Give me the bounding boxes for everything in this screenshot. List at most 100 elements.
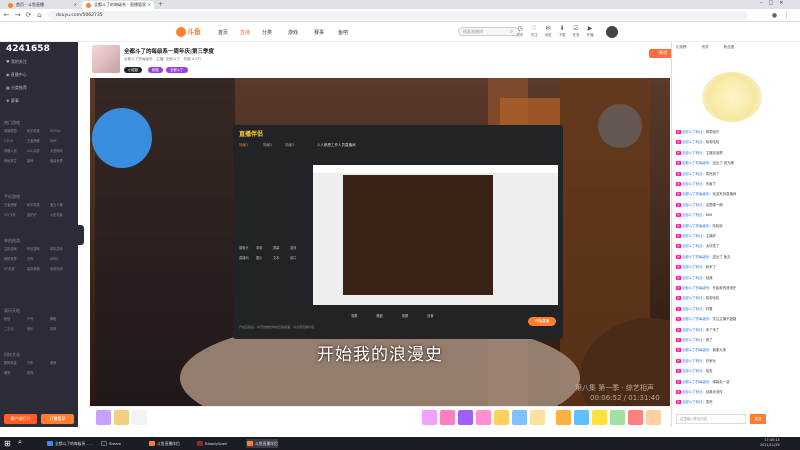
system-clock[interactable]: 17:40:13 2021/11/29 bbox=[760, 438, 780, 448]
chat-username[interactable]: 全部斗了粉丝 bbox=[682, 359, 702, 363]
search-icon[interactable]: ⌕ bbox=[18, 438, 22, 447]
close-icon[interactable]: ✕ bbox=[74, 1, 77, 9]
overlay-tab[interactable]: 场景3 bbox=[285, 143, 294, 148]
chat-username[interactable]: 全部斗了粉丝 bbox=[682, 130, 702, 134]
screen-tool[interactable]: 屏幕 bbox=[273, 243, 290, 253]
chat-username[interactable]: 全都斗了的每级系 bbox=[682, 286, 709, 290]
gift-icon[interactable] bbox=[494, 410, 509, 425]
text-tool[interactable]: 文本 bbox=[273, 253, 290, 263]
reload-icon[interactable]: ⟳ bbox=[24, 11, 33, 20]
gift-icon[interactable] bbox=[440, 410, 455, 425]
chat-username[interactable]: 全部斗了粉丝 bbox=[682, 276, 702, 280]
chat-username[interactable]: 全都斗了的每级系 bbox=[682, 255, 709, 259]
video-player[interactable]: 直播伴侣 场景1 场景2 场景3 人人都是工作人员直播间 摄像头 录制 屏幕 游戏直播… bbox=[90, 78, 670, 406]
chat-username[interactable]: 全部斗了粉丝 bbox=[682, 140, 702, 144]
chat-input[interactable]: 这里输入聊天内容 bbox=[676, 414, 746, 424]
chat-username[interactable]: 全部斗了粉丝 bbox=[682, 213, 702, 217]
home-icon[interactable]: ⌂ bbox=[35, 11, 44, 20]
browser-tab-active[interactable]: 全都斗了的每级系 - 直播管家 ✕ bbox=[82, 1, 154, 9]
gift-icon[interactable] bbox=[610, 410, 625, 425]
chat-username[interactable]: 全部斗了粉丝 bbox=[682, 182, 702, 186]
gift-icon[interactable] bbox=[422, 410, 437, 425]
nav-category[interactable]: 分类 bbox=[262, 29, 272, 36]
chat-username[interactable]: 全部斗了粉丝 bbox=[682, 234, 702, 238]
url-field[interactable]: douyu.com/5062735 bbox=[48, 11, 748, 20]
chat-username[interactable]: 全部斗了粉丝 bbox=[682, 296, 702, 300]
gift-icon[interactable] bbox=[646, 410, 661, 425]
browser-tab[interactable]: 首页 - 斗鱼直播 ✕ bbox=[4, 1, 80, 9]
gift-icon[interactable] bbox=[592, 410, 607, 425]
menu-icon[interactable]: ⋮ bbox=[782, 11, 791, 20]
chat-username[interactable]: 全都斗了的每级系 bbox=[682, 380, 709, 384]
new-tab-icon[interactable]: + bbox=[158, 1, 163, 8]
chat-username[interactable]: 全都斗了的每级系 bbox=[682, 224, 709, 228]
live-manager-button[interactable]: 开播管家 bbox=[41, 414, 74, 424]
site-logo[interactable]: 斗鱼 bbox=[187, 27, 201, 37]
overlay-app-window[interactable]: 直播伴侣 场景1 场景2 场景3 人人都是工作人员直播间 摄像头 录制 屏幕 游戏直播… bbox=[233, 125, 563, 339]
header-download[interactable]: ⬇ 下载 bbox=[555, 25, 569, 38]
chat-username[interactable]: 全部斗了粉丝 bbox=[682, 151, 702, 155]
chat-username[interactable]: 全部斗了粉丝 bbox=[682, 328, 702, 332]
chat-username[interactable]: 全都斗了的每级系 bbox=[682, 192, 709, 196]
gift-icon[interactable] bbox=[132, 410, 147, 425]
start-live-button[interactable]: 开始直播 bbox=[528, 317, 556, 326]
taskbar-item-active[interactable]: 斗鱼直播伴侣 bbox=[246, 439, 278, 448]
taskbar-item[interactable]: BloodySpell bbox=[196, 439, 227, 448]
gift-icon[interactable] bbox=[628, 410, 643, 425]
chat-username[interactable]: 全部斗了粉丝 bbox=[682, 390, 702, 394]
nav-home[interactable]: 首页 bbox=[218, 29, 228, 36]
camera-tool[interactable]: 摄像头 bbox=[239, 243, 256, 253]
taskbar-item[interactable]: Steam bbox=[100, 439, 121, 448]
nav-events[interactable]: 赛事 bbox=[314, 29, 324, 36]
chat-username[interactable]: 全部斗了粉丝 bbox=[682, 203, 702, 207]
header-live[interactable]: ▶ 开播 bbox=[583, 25, 597, 38]
image-tool[interactable]: 图片 bbox=[256, 253, 273, 263]
game-tool[interactable]: 游戏 bbox=[290, 243, 307, 253]
nav-forum[interactable]: 鱼吧 bbox=[338, 29, 348, 36]
back-icon[interactable]: ← bbox=[2, 11, 11, 20]
header-history[interactable]: ◷ 历史 bbox=[513, 25, 527, 38]
windows-start-icon[interactable]: ⊞ bbox=[4, 439, 11, 448]
user-avatar[interactable] bbox=[606, 26, 618, 38]
sidebar-item-center[interactable]: ◉ 直播中心 bbox=[6, 72, 27, 78]
chat-username[interactable]: 全部斗了粉丝 bbox=[682, 172, 702, 176]
sidebar-item-recommend[interactable]: ▦ 分类推荐 bbox=[6, 85, 27, 91]
close-icon[interactable]: ✕ bbox=[148, 1, 151, 9]
overlay-tab[interactable]: 场景2 bbox=[263, 143, 272, 148]
window-tool[interactable]: 窗口 bbox=[290, 253, 307, 263]
header-task[interactable]: ☑ 任务 bbox=[569, 25, 583, 38]
chat-username[interactable]: 全部斗了粉丝 bbox=[682, 400, 702, 404]
forward-icon[interactable]: → bbox=[13, 11, 22, 20]
room-tag[interactable]: 小姐姐 bbox=[124, 67, 143, 73]
chat-username[interactable]: 全都斗了的每级系 bbox=[682, 317, 709, 321]
gift-icon[interactable] bbox=[512, 410, 527, 425]
sidebar-item-events[interactable]: ♛ 赛事 bbox=[6, 98, 19, 104]
gift-icon[interactable] bbox=[114, 410, 129, 425]
streamer-avatar[interactable] bbox=[92, 45, 120, 73]
taskbar-item[interactable]: 斗鱼直播伴侣 bbox=[148, 439, 180, 448]
taskbar-item[interactable]: 全都斗了的每级系 - ... bbox=[46, 439, 93, 448]
header-message[interactable]: ✉ 消息 bbox=[541, 25, 555, 38]
overlay-tab[interactable]: 场景1 bbox=[239, 143, 248, 148]
open-client-button[interactable]: 客户端打开 bbox=[4, 414, 37, 424]
send-button[interactable]: 发送 bbox=[750, 414, 766, 424]
room-tool[interactable]: 直播间 bbox=[239, 253, 256, 263]
gift-icon[interactable] bbox=[458, 410, 473, 425]
window-controls[interactable]: –□✕ bbox=[760, 0, 789, 6]
sidebar-collapse-handle[interactable] bbox=[78, 225, 84, 245]
gift-icon[interactable] bbox=[96, 410, 111, 425]
gift-icon[interactable] bbox=[574, 410, 589, 425]
nav-games[interactable]: 游戏 bbox=[288, 29, 298, 36]
record-tool[interactable]: 录制 bbox=[256, 243, 273, 253]
gift-icon[interactable] bbox=[556, 410, 571, 425]
chat-username[interactable]: 全部斗了粉丝 bbox=[682, 265, 702, 269]
room-tag[interactable]: 全都斗了 bbox=[166, 67, 188, 73]
header-follow[interactable]: ♡ 关注 bbox=[527, 25, 541, 38]
profile-icon[interactable]: ● bbox=[770, 11, 779, 20]
sidebar-item-follow[interactable]: ♥ 我的关注 bbox=[6, 59, 27, 65]
chat-username[interactable]: 全部斗了粉丝 bbox=[682, 338, 702, 342]
chat-username[interactable]: 全部斗了粉丝 bbox=[682, 369, 702, 373]
gift-icon[interactable] bbox=[530, 410, 545, 425]
gift-icon[interactable] bbox=[476, 410, 491, 425]
chat-username[interactable]: 全都斗了的每级系 bbox=[682, 348, 709, 352]
